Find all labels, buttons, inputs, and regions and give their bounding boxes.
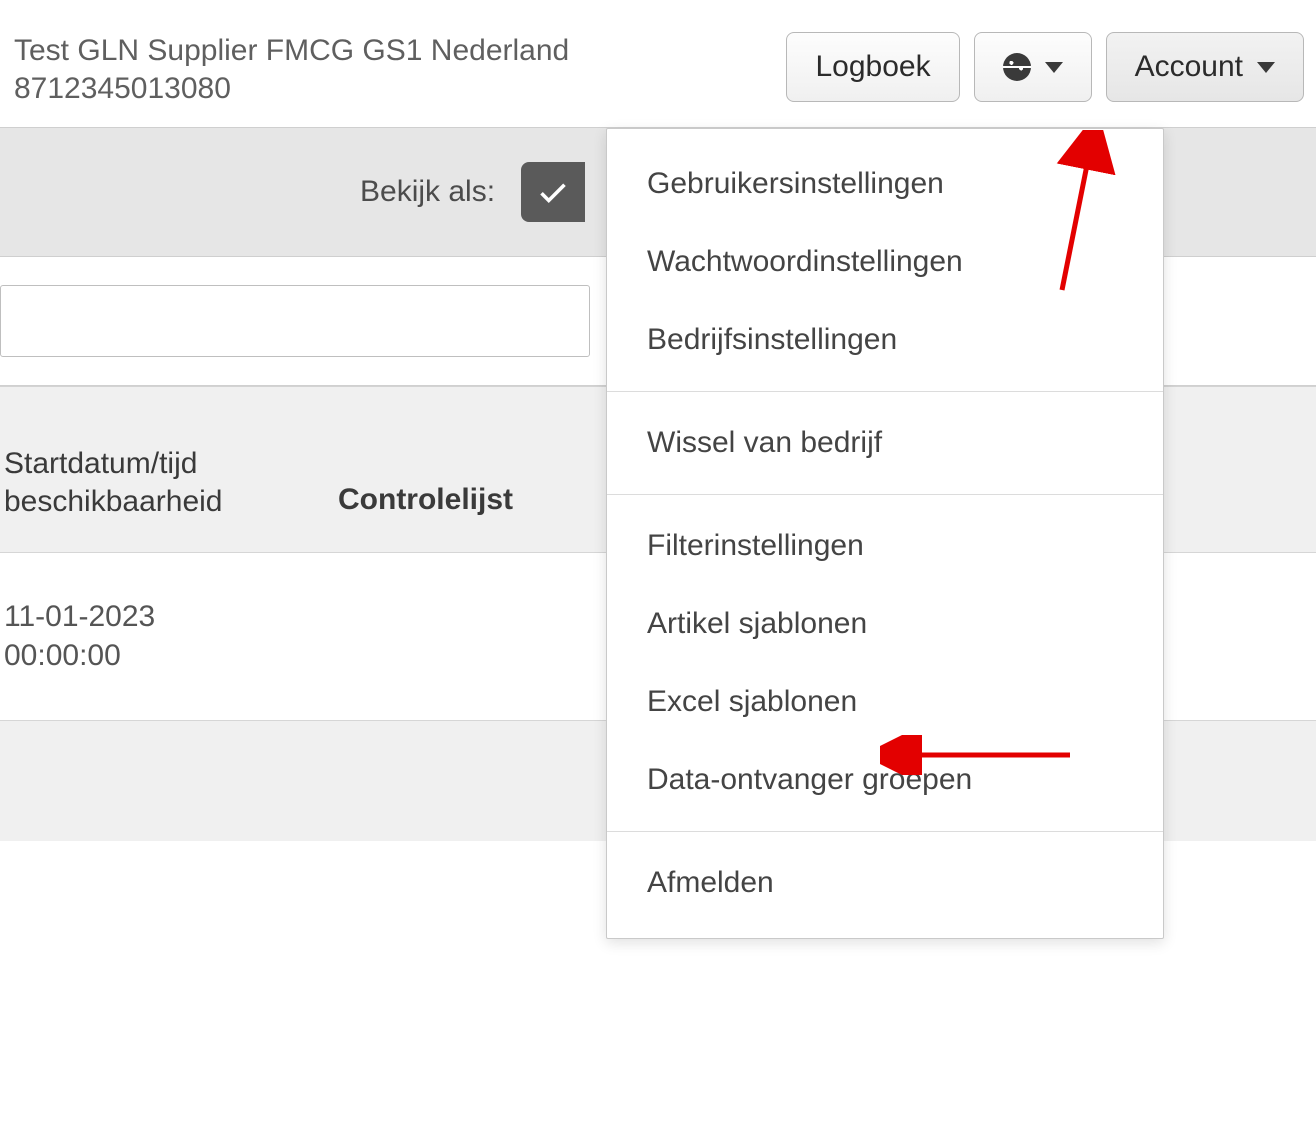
caret-down-icon: [1045, 62, 1063, 73]
header-bar: Test GLN Supplier FMCG GS1 Nederland 871…: [0, 0, 1316, 127]
view-as-label: Bekijk als:: [360, 175, 495, 209]
menu-bedrijfsinstellingen[interactable]: Bedrijfsinstellingen: [607, 301, 1163, 379]
menu-separator: [607, 391, 1163, 392]
supplier-name: Test GLN Supplier FMCG GS1 Nederland: [14, 32, 569, 70]
account-dropdown: Gebruikersinstellingen Wachtwoordinstell…: [606, 128, 1164, 939]
column-header-line2: beschikbaarheid: [4, 483, 330, 521]
menu-artikel-sjablonen[interactable]: Artikel sjablonen: [607, 585, 1163, 663]
column-header-line1: Startdatum/tijd: [4, 445, 330, 483]
supplier-gln: 8712345013080: [14, 70, 569, 108]
filter-input[interactable]: [0, 285, 590, 357]
supplier-info: Test GLN Supplier FMCG GS1 Nederland 871…: [14, 32, 569, 109]
account-button[interactable]: Account: [1106, 32, 1304, 102]
menu-filterinstellingen[interactable]: Filterinstellingen: [607, 507, 1163, 585]
language-button[interactable]: [974, 32, 1092, 102]
menu-data-ontvanger-groepen[interactable]: Data-ontvanger groepen: [607, 741, 1163, 819]
check-icon: [536, 175, 570, 209]
column-header-startdatum[interactable]: Startdatum/tijd beschikbaarheid: [0, 445, 330, 522]
menu-wachtwoordinstellingen[interactable]: Wachtwoordinstellingen: [607, 223, 1163, 301]
menu-wissel-van-bedrijf[interactable]: Wissel van bedrijf: [607, 404, 1163, 482]
account-label: Account: [1135, 50, 1243, 84]
header-buttons: Logboek Account: [786, 32, 1304, 102]
logbook-button[interactable]: Logboek: [786, 32, 959, 102]
menu-afmelden[interactable]: Afmelden: [607, 844, 1163, 922]
menu-gebruikersinstellingen[interactable]: Gebruikersinstellingen: [607, 145, 1163, 223]
view-as-toggle[interactable]: [521, 162, 585, 222]
caret-down-icon: [1257, 62, 1275, 73]
menu-separator: [607, 831, 1163, 832]
menu-separator: [607, 494, 1163, 495]
logbook-label: Logboek: [815, 50, 930, 84]
column-header-controlelijst[interactable]: Controlelijst: [330, 445, 513, 522]
globe-icon: [1003, 53, 1031, 81]
menu-excel-sjablonen[interactable]: Excel sjablonen: [607, 663, 1163, 741]
